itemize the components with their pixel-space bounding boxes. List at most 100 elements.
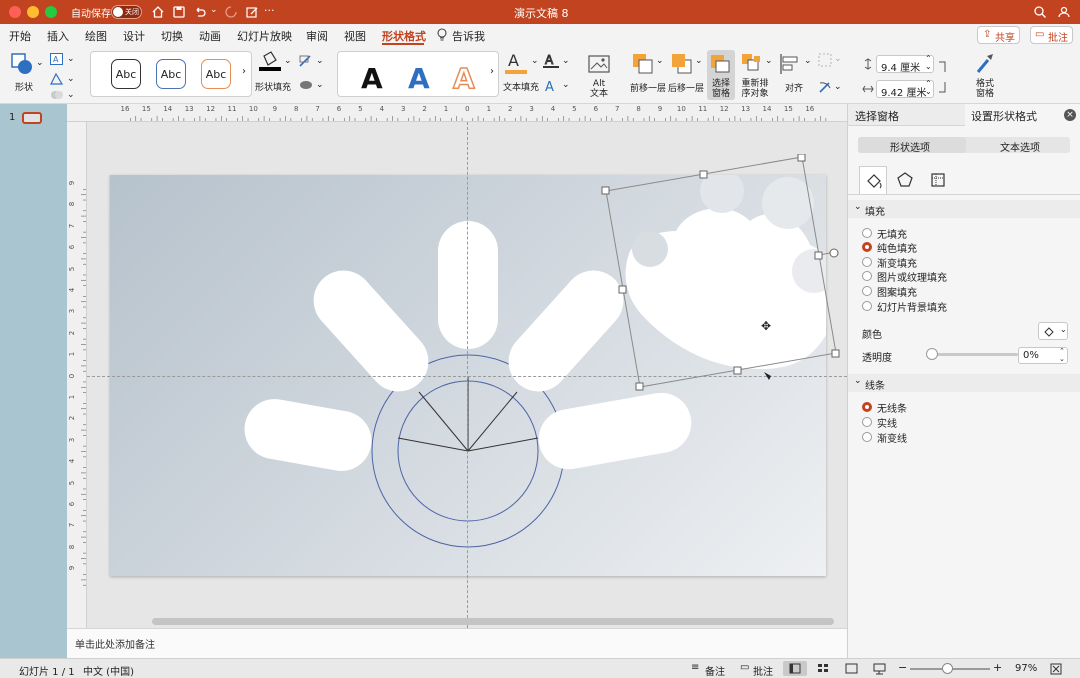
close-pane-icon[interactable]: × [1064,109,1076,121]
edit-shape-chevron-icon[interactable]: ⌄ [67,74,75,84]
wordart-style-2[interactable]: A [408,62,430,95]
transparency-slider-track[interactable] [930,353,1018,356]
edit-shape-icon[interactable] [49,72,65,86]
group-icon[interactable] [817,52,833,68]
spoke-line-2[interactable] [418,391,469,452]
resize-handle-s[interactable] [733,366,742,375]
spoke-line-4[interactable] [467,391,518,452]
petal-left[interactable] [240,394,376,475]
send-backward-chevron-icon[interactable]: ⌄ [695,56,703,66]
comments-toggle[interactable]: 批注 [753,663,773,678]
search-icon[interactable] [1033,5,1047,19]
tab-design[interactable]: 设计 [123,28,145,44]
width-stepper-icon[interactable]: ⌃ ⌄ [925,80,932,96]
share-button[interactable]: ⇪ 共享 [977,26,1020,44]
resize-handle-w[interactable] [618,285,627,294]
shape-width-input[interactable]: 9.42 厘米 ⌃ ⌄ [876,80,934,99]
slideshow-icon[interactable] [873,663,886,675]
picture-fill-radio[interactable] [862,271,872,281]
zoom-slider-thumb[interactable] [942,663,953,674]
tab-animations[interactable]: 动画 [199,28,221,44]
fit-to-window-icon[interactable] [1050,663,1062,675]
tab-shape-format[interactable]: 形状格式 [382,28,426,44]
lock-aspect-icon[interactable] [938,60,948,94]
text-box-icon[interactable]: A [49,52,65,66]
shapes-chevron-icon[interactable]: ⌄ [36,58,44,68]
shape-effects-icon[interactable] [298,78,314,92]
tab-insert[interactable]: 插入 [47,28,69,44]
alt-text-icon[interactable] [587,54,611,76]
styles-more-chevron-icon[interactable]: › [242,66,246,77]
rotation-handle-icon[interactable] [829,248,839,258]
shape-options-tab[interactable]: 形状选项 [858,137,966,154]
fill-line-tab[interactable] [859,166,887,194]
shape-outline-icon[interactable] [298,54,314,68]
shape-fill-chevron-icon[interactable]: ⌄ [284,56,292,66]
shape-styles-gallery[interactable]: Abc Abc Abc [90,51,252,97]
slide-thumbnail[interactable] [22,112,42,124]
comments-button[interactable]: ▭ 批注 [1030,26,1073,44]
tab-review[interactable]: 审阅 [306,28,328,44]
shape-style-1[interactable]: Abc [111,59,141,89]
rotate-icon[interactable] [817,80,833,96]
resize-handle-e[interactable] [814,251,823,260]
close-window-button[interactable] [9,6,21,18]
zoom-in-icon[interactable]: + [993,661,1002,674]
bring-forward-icon[interactable] [631,52,655,76]
save-icon[interactable] [172,5,186,19]
shape-style-3[interactable]: Abc [201,59,231,89]
text-effects-chevron-icon[interactable]: ⌄ [562,80,570,90]
text-options-tab[interactable]: 文本选项 [1000,139,1040,154]
shape-style-2[interactable]: Abc [156,59,186,89]
normal-view-button[interactable] [783,661,807,676]
text-effects-icon[interactable]: A [542,78,560,96]
tab-view[interactable]: 视图 [344,28,366,44]
tab-format-shape[interactable]: 设置形状格式 [965,104,1080,126]
transparency-stepper-icon[interactable]: ⌃ ⌄ [1059,347,1065,363]
tab-draw[interactable]: 绘图 [85,28,107,44]
shape-height-input[interactable]: 9.4 厘米 ⌃ ⌄ [876,55,934,74]
resize-handle-nw[interactable] [601,186,610,195]
petal-right[interactable] [534,388,696,474]
pattern-fill-radio[interactable] [862,286,872,296]
color-picker-button[interactable]: ⌄ [1038,322,1068,340]
fill-section-header[interactable]: ⌄ 填充 [848,200,1080,218]
wordart-style-1[interactable]: A [361,62,383,95]
text-fill-icon[interactable]: A [504,50,528,76]
reorder-chevron-icon[interactable]: ⌄ [765,56,773,66]
transparency-input[interactable]: 0% ⌃ ⌄ [1018,347,1068,364]
paint-bucket-icon[interactable] [258,50,282,72]
textbox-chevron-icon[interactable]: ⌄ [67,54,75,64]
redo-icon[interactable] [224,5,238,19]
resize-handle-n[interactable] [699,170,708,179]
notes-pane[interactable]: 单击此处添加备注 [67,628,847,658]
zoom-window-button[interactable] [45,6,57,18]
wordart-gallery[interactable]: A A A [337,51,499,97]
solid-line-radio[interactable] [862,417,872,427]
tab-slideshow[interactable]: 幻灯片放映 [237,28,292,44]
minimize-window-button[interactable] [27,6,39,18]
selection-pane-button[interactable]: 选择 窗格 [707,50,735,100]
transparency-slider-thumb[interactable] [926,348,938,360]
bring-forward-chevron-icon[interactable]: ⌄ [656,56,664,66]
home-icon[interactable] [151,5,165,19]
more-icon[interactable]: ··· [264,4,275,17]
undo-icon[interactable] [193,5,207,19]
reading-view-icon[interactable] [845,663,858,674]
height-stepper-icon[interactable]: ⌃ ⌄ [925,55,932,71]
spoke-line-1[interactable] [397,437,469,452]
format-pane-icon[interactable] [974,52,996,76]
slide-background-fill-radio[interactable] [862,301,872,311]
group-chevron-icon[interactable]: ⌄ [834,54,842,64]
outline-chevron-icon[interactable]: ⌄ [316,56,324,66]
account-icon[interactable] [1057,5,1071,19]
reorder-objects-icon[interactable] [740,52,764,76]
resize-handle-ne[interactable] [797,154,806,162]
line-section-header[interactable]: ⌄ 线条 [848,374,1080,392]
resize-handle-sw[interactable] [635,382,644,391]
gradient-line-radio[interactable] [862,432,872,442]
petal-top[interactable] [438,221,498,349]
align-icon[interactable] [779,52,803,76]
wordart-style-3[interactable]: A [452,61,475,96]
text-outline-icon[interactable]: A [542,52,560,70]
